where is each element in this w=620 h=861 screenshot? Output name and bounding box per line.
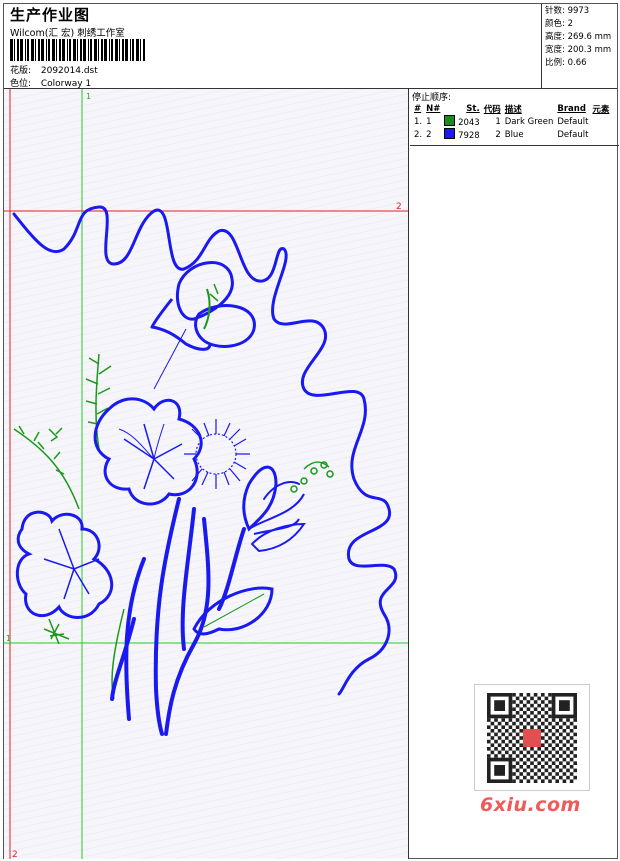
page-title: 生产作业图 — [10, 6, 91, 24]
design-stats: 针数: 9973 颜色: 2 高度: 269.6 mm 宽度: 200.3 mm… — [541, 4, 619, 88]
guide-label-v1: 1 — [86, 92, 91, 101]
table-row: 1. 1 2043 1 Dark Green Default — [414, 115, 589, 128]
qr-code-image — [474, 684, 590, 791]
butterfly-motif — [150, 261, 256, 390]
design-line: 花版: 2092014.dst — [10, 63, 98, 76]
design-canvas: 1 2 1 2 — [4, 89, 409, 859]
large-flower — [93, 397, 203, 506]
guide-label-h2: 2 — [396, 202, 402, 212]
barcode-image — [10, 39, 145, 61]
stop-sequence-panel: 停止顺序: # N# St. 代码 描述 Brand 元素 1. 1 2043 … — [410, 89, 619, 146]
col-header-n: N# — [426, 103, 441, 114]
stat-colors: 颜色: 2 — [545, 19, 573, 29]
dandelion-motif — [184, 419, 250, 489]
header-block: 生产作业图 Wilcom(汇 宏) 刺绣工作室 花版: 2092014.dst … — [8, 4, 538, 92]
guide-label-h1: 1 — [6, 634, 11, 643]
stat-height: 高度: 269.6 mm — [545, 32, 612, 42]
watermark-text: 6xiu.com — [480, 794, 581, 816]
design-label: 花版: — [10, 66, 32, 76]
color-swatch — [444, 128, 456, 139]
embroidery-design: 1 2 1 2 — [4, 89, 408, 859]
guide-label-v2: 2 — [12, 850, 18, 859]
table-row: 2. 2 7928 2 Blue Default — [414, 128, 589, 141]
design-value: 2092014.dst — [40, 66, 98, 76]
leaves — [192, 465, 306, 636]
qr-code-icon — [487, 693, 577, 783]
company-name: Wilcom(汇 宏) 刺绣工作室 — [10, 28, 125, 39]
col-header-code: 代码 — [483, 104, 501, 115]
stat-width: 宽度: 200.3 mm — [545, 45, 612, 55]
stop-sequence-table: # N# St. 代码 描述 Brand 元素 1. 1 2043 1 Dark… — [412, 102, 611, 142]
stat-stitches: 针数: 9973 — [545, 6, 590, 16]
col-header-description: 描述 — [504, 104, 522, 115]
worksheet: 生产作业图 Wilcom(汇 宏) 刺绣工作室 花版: 2092014.dst … — [3, 3, 619, 859]
color-swatch — [444, 115, 456, 126]
table-header-row: # N# St. 代码 描述 Brand 元素 — [412, 102, 611, 115]
flower-stems — [110, 481, 300, 736]
col-header-brand: Brand — [557, 103, 586, 114]
col-header-element: 元素 — [592, 104, 610, 115]
col-header-st: St. — [466, 103, 480, 114]
col-header-index: # — [414, 103, 422, 114]
stat-scale: 比例: 0.66 — [545, 58, 587, 68]
left-flower — [15, 510, 114, 619]
